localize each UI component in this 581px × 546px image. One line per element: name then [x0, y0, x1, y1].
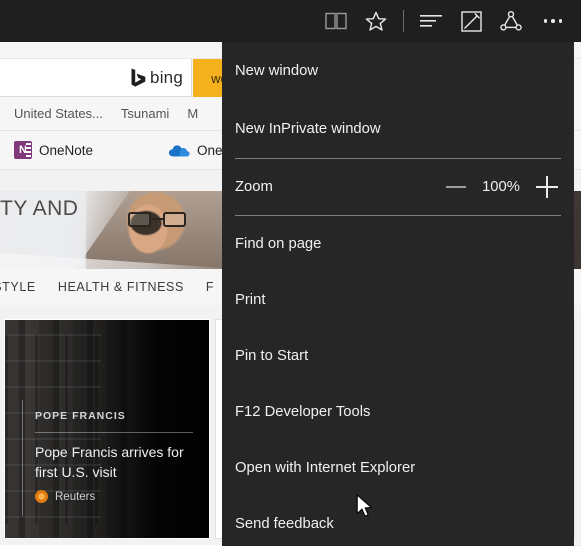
- nav-item-health-fitness[interactable]: HEALTH & FITNESS: [58, 280, 184, 294]
- menu-item-f12-developer-tools[interactable]: F12 Developer Tools: [222, 384, 574, 440]
- trending-item[interactable]: United States...: [0, 106, 103, 121]
- menu-item-new-inprivate-window[interactable]: New InPrivate window: [222, 100, 574, 158]
- menu-item-label: New InPrivate window: [235, 121, 381, 137]
- menu-item-zoom: Zoom 100%: [222, 159, 574, 215]
- menu-item-label: Send feedback: [235, 516, 334, 532]
- zoom-value: 100%: [482, 179, 520, 195]
- nav-item-food[interactable]: F: [206, 280, 214, 294]
- browser-toolbar: [0, 0, 581, 42]
- menu-item-label: New window: [235, 63, 319, 79]
- more-actions-menu: New window New InPrivate window Zoom 100…: [222, 42, 574, 546]
- bing-mark-icon: [131, 68, 146, 87]
- bing-wordmark: bing: [150, 67, 183, 87]
- menu-item-label: Open with Internet Explorer: [235, 460, 416, 476]
- news-card-source-label: Reuters: [55, 490, 96, 503]
- dot: [558, 19, 563, 23]
- hero-photo-glasses: [128, 212, 186, 227]
- menu-item-label: F12 Developer Tools: [235, 404, 371, 420]
- trending-item[interactable]: Tsunami: [103, 106, 169, 121]
- nav-item-lifestyle[interactable]: IFESTYLE: [0, 280, 36, 294]
- menu-item-label: Print: [235, 292, 266, 308]
- browser-window: bing web United States... Tsunami M N On…: [0, 0, 581, 546]
- more-actions-icon[interactable]: [531, 0, 575, 42]
- dot: [551, 19, 555, 23]
- app-label: OneNote: [39, 142, 94, 158]
- dot: [543, 19, 548, 23]
- hub-icon[interactable]: [411, 0, 451, 42]
- zoom-label: Zoom: [235, 179, 273, 195]
- menu-item-label: Pin to Start: [235, 348, 309, 364]
- web-note-icon[interactable]: [451, 0, 491, 42]
- onenote-icon: N: [14, 141, 32, 159]
- bing-logo: bing: [131, 68, 183, 88]
- hero-headline: TY AND: [0, 197, 79, 220]
- menu-separator-2: [235, 215, 561, 216]
- favorites-star-icon[interactable]: [356, 0, 396, 42]
- toolbar-separator: [403, 10, 404, 32]
- news-card-kicker: POPE FRANCIS: [35, 410, 126, 422]
- menu-item-print[interactable]: Print: [222, 272, 574, 328]
- search-input[interactable]: bing: [0, 59, 192, 97]
- reading-view-icon[interactable]: [316, 0, 356, 42]
- app-link-onenote[interactable]: N OneNote: [14, 141, 93, 159]
- news-card[interactable]: POPE FRANCIS Pope Francis arrives for fi…: [4, 319, 210, 539]
- menu-item-send-feedback[interactable]: Send feedback: [222, 496, 574, 546]
- zoom-in-button[interactable]: [536, 176, 558, 198]
- zoom-controls: 100%: [446, 176, 558, 198]
- menu-item-open-with-internet-explorer[interactable]: Open with Internet Explorer: [222, 440, 574, 496]
- menu-item-find-on-page[interactable]: Find on page: [222, 216, 574, 272]
- news-card-photo: [5, 320, 209, 538]
- menu-item-new-window[interactable]: New window: [222, 42, 574, 100]
- news-card-rule: [35, 432, 193, 433]
- trending-item[interactable]: M: [169, 106, 198, 121]
- menu-item-pin-to-start[interactable]: Pin to Start: [222, 328, 574, 384]
- onedrive-icon: [168, 145, 190, 157]
- reuters-icon: [35, 490, 48, 503]
- menu-separator-1: [235, 158, 561, 159]
- zoom-out-button[interactable]: [446, 178, 466, 196]
- news-card-accent-line: [22, 400, 23, 516]
- menu-item-label: Find on page: [235, 236, 322, 252]
- share-icon[interactable]: [491, 0, 531, 42]
- news-card-source: Reuters: [35, 490, 95, 503]
- news-card-title: Pope Francis arrives for first U.S. visi…: [35, 444, 184, 480]
